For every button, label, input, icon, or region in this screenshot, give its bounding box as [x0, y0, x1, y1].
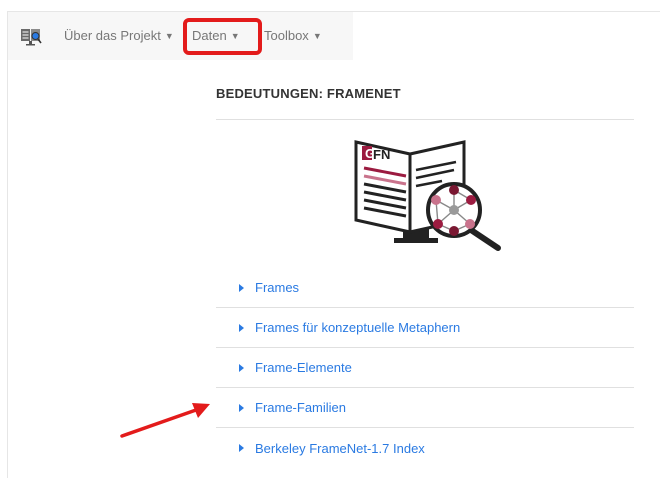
link-metaphor-frames[interactable]: Frames für konzeptuelle Metaphern: [216, 308, 634, 348]
top-navbar: Über das Projekt ▼ Daten ▼ Toolbox ▼: [8, 12, 353, 60]
caret-right-icon: [239, 283, 244, 292]
link-frames[interactable]: Frames: [216, 268, 634, 308]
highlight-annotation-box: [183, 18, 262, 55]
site-logo-icon[interactable]: [20, 25, 42, 47]
caret-down-icon: ▼: [312, 31, 322, 41]
red-annotation-arrow: [120, 403, 210, 438]
section-title: BEDEUTUNGEN: FRAMENET: [216, 86, 401, 101]
link-label[interactable]: Berkeley FrameNet-1.7 Index: [255, 441, 425, 456]
nav-toolbox-dropdown[interactable]: Toolbox ▼: [264, 25, 322, 47]
link-frame-families[interactable]: Frame-Familien: [216, 388, 634, 428]
framenet-link-list: Frames Frames für konzeptuelle Metaphern…: [216, 268, 634, 468]
caret-right-icon: [239, 444, 244, 452]
link-label[interactable]: Frames für konzeptuelle Metaphern: [255, 320, 460, 335]
link-frame-elements[interactable]: Frame-Elemente: [216, 348, 634, 388]
link-label[interactable]: Frame-Elemente: [255, 360, 352, 375]
caret-right-icon: [239, 403, 244, 412]
nav-toolbox-label: Toolbox: [264, 28, 309, 43]
link-label[interactable]: Frame-Familien: [255, 400, 346, 415]
caret-down-icon: ▼: [164, 31, 174, 41]
nav-about-dropdown[interactable]: Über das Projekt ▼: [64, 25, 174, 47]
nav-about-label: Über das Projekt: [64, 28, 161, 43]
caret-right-icon: [239, 323, 244, 332]
caret-right-icon: [239, 363, 244, 372]
logo-letters-fn: FN: [373, 147, 390, 162]
link-berkeley-index[interactable]: Berkeley FrameNet-1.7 Index: [216, 428, 634, 468]
gfn-logo-illustration: G FN: [354, 140, 501, 251]
title-divider: [216, 119, 634, 120]
link-label[interactable]: Frames: [255, 280, 299, 295]
